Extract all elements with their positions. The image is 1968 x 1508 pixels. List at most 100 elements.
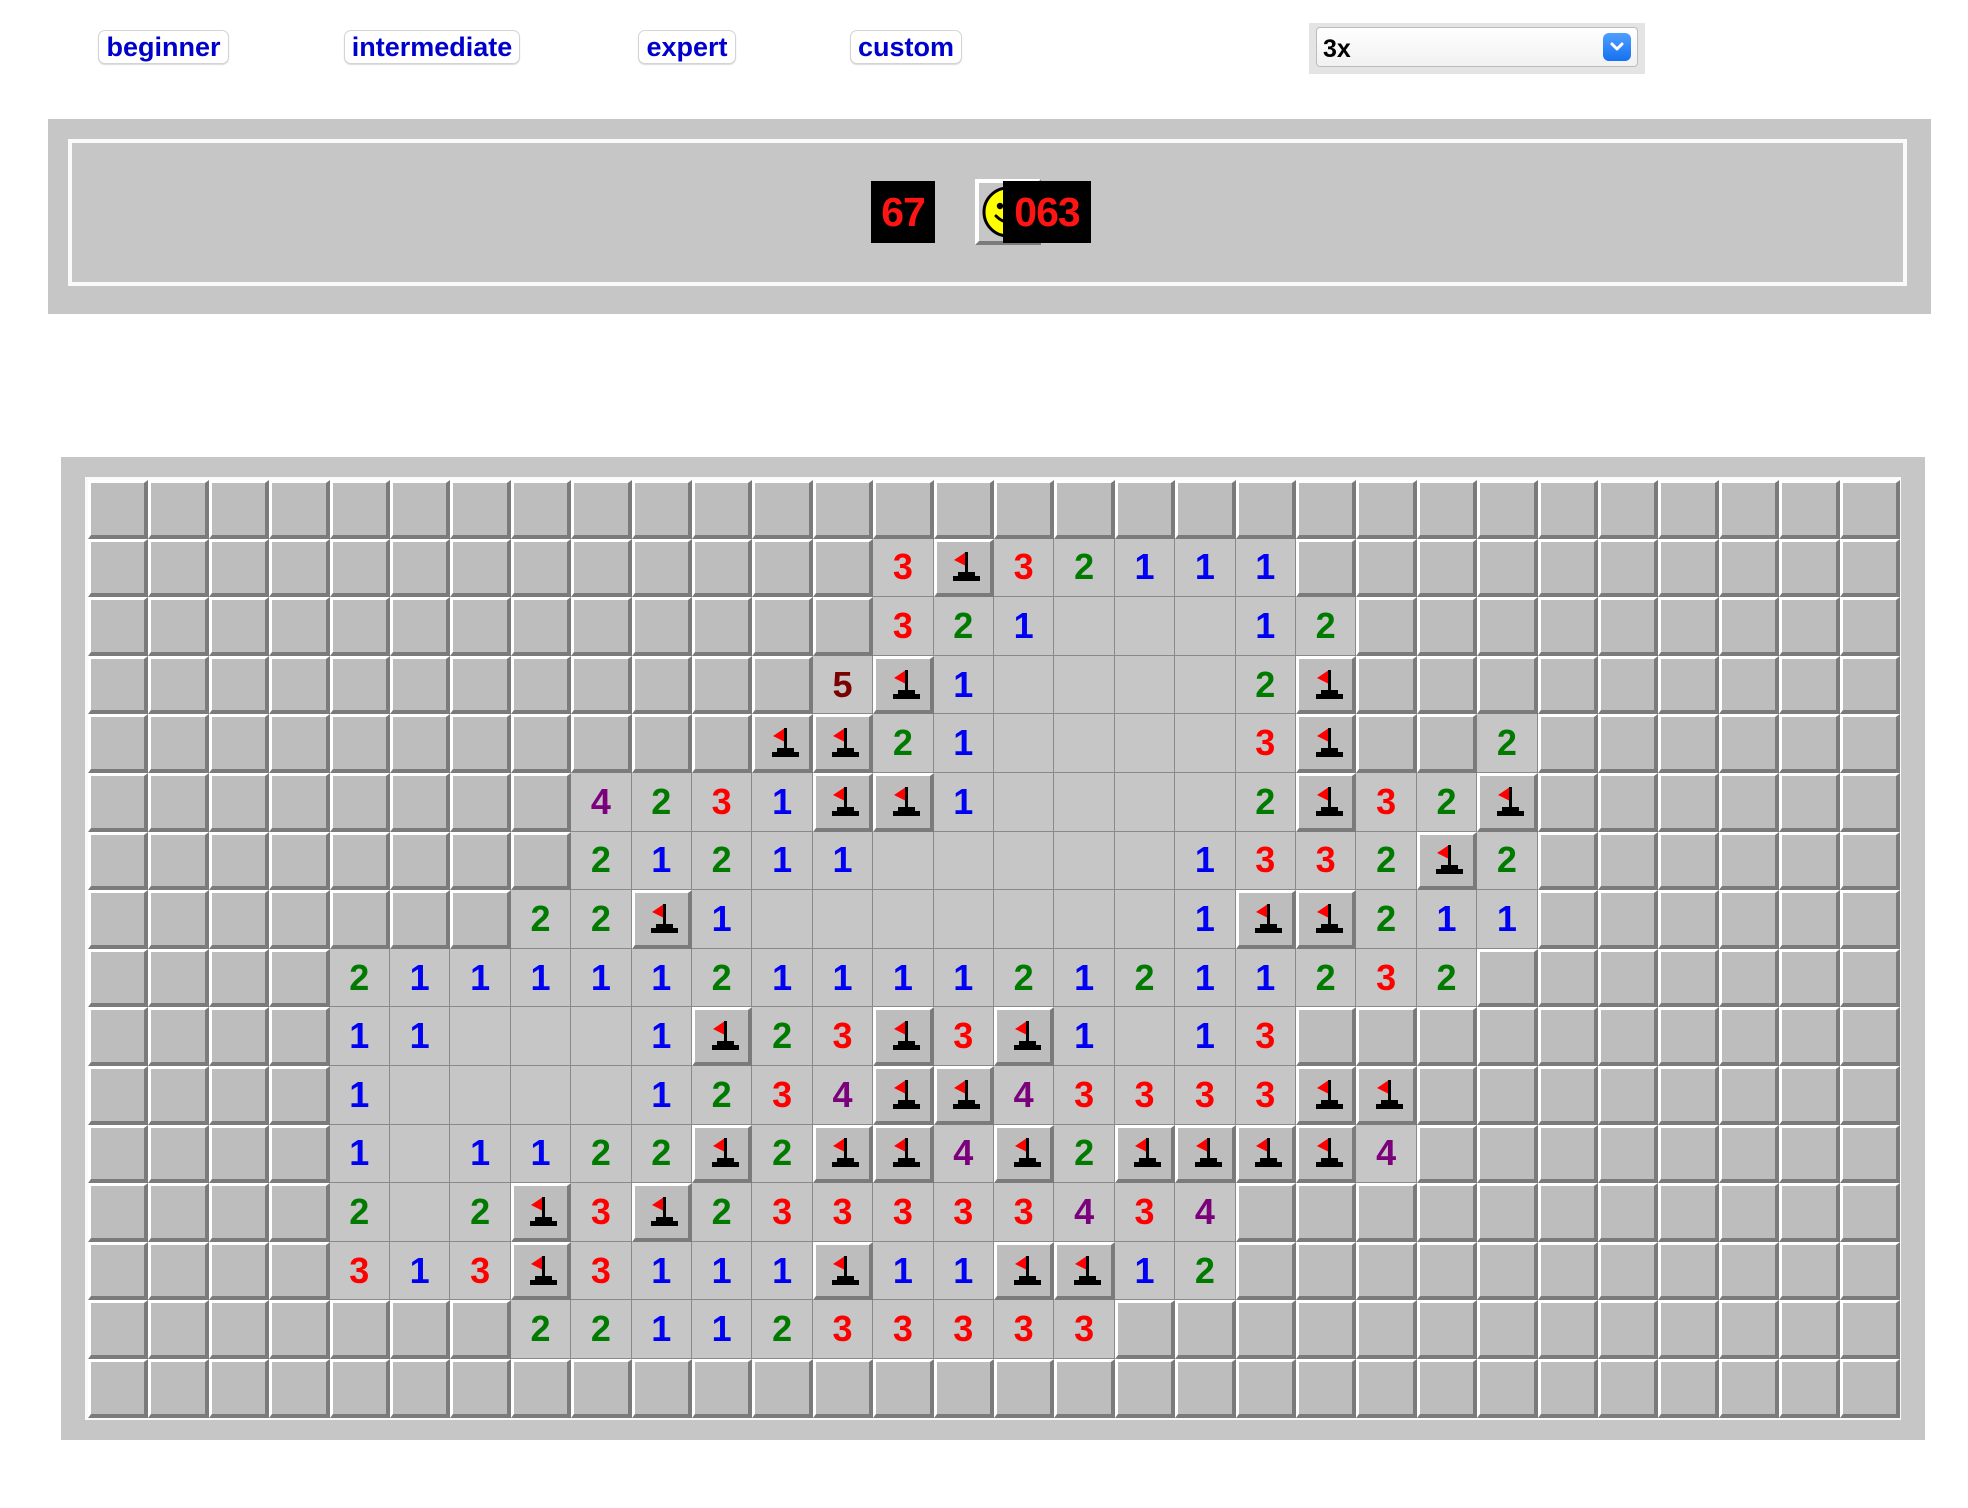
number-cell[interactable]: 3 [933,1183,994,1242]
empty-cell[interactable] [873,831,934,891]
covered-cell[interactable] [1235,1359,1296,1418]
flagged-cell[interactable] [1296,1124,1357,1184]
covered-cell[interactable] [510,597,572,656]
covered-cell[interactable] [1296,538,1357,598]
covered-cell[interactable] [269,1241,330,1301]
number-cell[interactable]: 3 [812,1183,874,1242]
number-cell[interactable]: 2 [933,597,994,656]
number-cell[interactable]: 3 [994,1300,1055,1359]
covered-cell[interactable] [1537,655,1598,715]
number-cell[interactable]: 3 [1235,714,1296,773]
covered-cell[interactable] [1779,1359,1840,1418]
covered-cell[interactable] [269,1183,330,1242]
covered-cell[interactable] [148,948,209,1008]
flagged-cell[interactable] [812,1124,874,1184]
number-cell[interactable]: 2 [1477,714,1538,773]
covered-cell[interactable] [1718,890,1780,949]
covered-cell[interactable] [148,1183,209,1242]
covered-cell[interactable] [329,1300,390,1359]
covered-cell[interactable] [148,1359,209,1418]
covered-cell[interactable] [1718,1359,1780,1418]
flagged-cell[interactable] [1296,714,1357,773]
covered-cell[interactable] [390,890,451,949]
covered-cell[interactable] [269,597,330,656]
covered-cell[interactable] [1839,1007,1900,1066]
number-cell[interactable]: 1 [752,831,813,891]
covered-cell[interactable] [450,655,511,715]
number-cell[interactable]: 1 [1477,890,1538,949]
covered-cell[interactable] [1658,773,1719,832]
number-cell[interactable]: 1 [329,1007,390,1066]
empty-cell[interactable] [510,1007,572,1066]
empty-cell[interactable] [1114,1007,1176,1066]
covered-cell[interactable] [1296,1007,1357,1066]
covered-cell[interactable] [390,714,451,773]
number-cell[interactable]: 2 [1054,538,1115,598]
covered-cell[interactable] [631,597,692,656]
covered-cell[interactable] [1598,1359,1659,1418]
covered-cell[interactable] [1658,538,1719,598]
covered-cell[interactable] [1779,890,1840,949]
flagged-cell[interactable] [1235,1124,1296,1184]
covered-cell[interactable] [1718,655,1780,715]
covered-cell[interactable] [88,1359,149,1418]
covered-cell[interactable] [208,1124,270,1184]
intermediate-button[interactable]: intermediate [344,30,520,64]
number-cell[interactable]: 3 [752,1183,813,1242]
empty-cell[interactable] [1175,773,1236,832]
empty-cell[interactable] [390,1124,451,1184]
covered-cell[interactable] [1839,773,1900,832]
covered-cell[interactable] [88,714,149,773]
covered-cell[interactable] [1658,948,1719,1008]
covered-cell[interactable] [812,480,874,539]
number-cell[interactable]: 1 [812,948,874,1008]
covered-cell[interactable] [1779,1066,1840,1125]
flagged-cell[interactable] [933,538,994,598]
covered-cell[interactable] [1537,1359,1598,1418]
covered-cell[interactable] [1175,1359,1236,1418]
flagged-cell[interactable] [692,1124,753,1184]
covered-cell[interactable] [1235,1241,1296,1301]
number-cell[interactable]: 1 [1175,831,1236,891]
covered-cell[interactable] [269,480,330,539]
flagged-cell[interactable] [1296,773,1357,832]
flagged-cell[interactable] [873,773,934,832]
covered-cell[interactable] [269,948,330,1008]
covered-cell[interactable] [1718,538,1780,598]
number-cell[interactable]: 4 [812,1066,874,1125]
number-cell[interactable]: 3 [1114,1183,1176,1242]
covered-cell[interactable] [1718,773,1780,832]
covered-cell[interactable] [692,538,753,598]
covered-cell[interactable] [1235,1183,1296,1242]
number-cell[interactable]: 4 [933,1124,994,1184]
number-cell[interactable]: 2 [752,1124,813,1184]
covered-cell[interactable] [873,480,934,539]
covered-cell[interactable] [1296,1241,1357,1301]
covered-cell[interactable] [88,890,149,949]
covered-cell[interactable] [873,1359,934,1418]
covered-cell[interactable] [1779,1007,1840,1066]
covered-cell[interactable] [208,1007,270,1066]
number-cell[interactable]: 2 [752,1300,813,1359]
number-cell[interactable]: 3 [994,538,1055,598]
covered-cell[interactable] [510,655,572,715]
number-cell[interactable]: 2 [1296,597,1357,656]
covered-cell[interactable] [1356,1241,1417,1301]
covered-cell[interactable] [1416,1183,1478,1242]
covered-cell[interactable] [88,1183,149,1242]
covered-cell[interactable] [450,890,511,949]
covered-cell[interactable] [1839,1124,1900,1184]
covered-cell[interactable] [1114,1300,1176,1359]
covered-cell[interactable] [88,597,149,656]
flagged-cell[interactable] [631,890,692,949]
covered-cell[interactable] [1598,773,1659,832]
covered-cell[interactable] [1839,1241,1900,1301]
covered-cell[interactable] [269,890,330,949]
flagged-cell[interactable] [933,1066,994,1125]
covered-cell[interactable] [1779,538,1840,598]
covered-cell[interactable] [269,1300,330,1359]
number-cell[interactable]: 3 [812,1300,874,1359]
covered-cell[interactable] [88,1241,149,1301]
number-cell[interactable]: 1 [631,831,692,891]
covered-cell[interactable] [329,714,390,773]
